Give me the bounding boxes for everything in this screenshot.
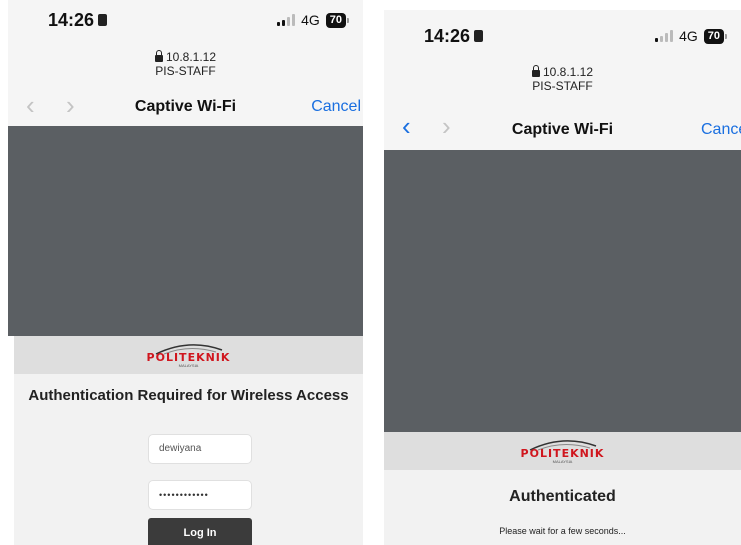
username-field[interactable]: dewiyana	[148, 434, 252, 464]
nav-title: Captive Wi-Fi	[511, 121, 614, 138]
nav-bar: ‹ › Captive Wi-Fi Cancel	[8, 88, 363, 126]
address-line: 10.8.1.12	[8, 50, 363, 64]
right-phone-screen: 14:26 4G 70 10.8.1.12 PIS-STAFF ‹ › Capt…	[384, 10, 741, 545]
person-badge-icon	[98, 14, 108, 26]
status-bar: 14:26 4G 70	[8, 0, 363, 40]
status-time: 14:26	[424, 26, 484, 47]
cancel-button[interactable]: Cancel	[701, 121, 741, 139]
login-panel: POLITEKNIK MALAYSIA Authentication Requi…	[14, 336, 363, 545]
ssid-text: PIS-STAFF	[532, 79, 593, 93]
lock-icon	[531, 65, 540, 77]
left-phone-screen: 14:26 4G 70 10.8.1.12 PIS-STAFF ‹ › Capt…	[8, 0, 363, 545]
address-text: 10.8.1.12	[542, 65, 594, 79]
ssid-text: PIS-STAFF	[155, 64, 216, 78]
battery-icon: 70	[325, 12, 349, 28]
signal-icon	[655, 30, 674, 42]
politeknik-logo: POLITEKNIK MALAYSIA	[146, 340, 232, 370]
nav-title: Captive Wi-Fi	[134, 98, 237, 115]
address-line: 10.8.1.12	[384, 65, 741, 79]
signal-icon	[277, 14, 296, 26]
network-type: 4G	[301, 12, 320, 28]
status-indicators: 4G 70	[655, 28, 727, 44]
authenticated-heading: Authenticated	[509, 488, 616, 505]
person-badge-icon	[474, 30, 484, 42]
login-button[interactable]: Log In	[148, 518, 252, 545]
status-bar: 14:26 4G 70	[384, 10, 741, 55]
lock-icon	[154, 50, 163, 62]
battery-icon: 70	[703, 28, 727, 44]
logo-strip: POLITEKNIK MALAYSIA	[384, 432, 741, 470]
page-background	[8, 126, 363, 336]
url-bar: 10.8.1.12 PIS-STAFF	[8, 40, 363, 88]
politeknik-logo: POLITEKNIK MALAYSIA	[520, 436, 606, 466]
wait-message: Please wait for a few seconds...	[499, 526, 626, 536]
auth-panel: POLITEKNIK MALAYSIA Authenticated Please…	[384, 432, 741, 545]
url-bar: 10.8.1.12 PIS-STAFF	[384, 55, 741, 105]
nav-bar: ‹ › Captive Wi-Fi Cancel	[384, 105, 741, 150]
status-indicators: 4G 70	[277, 12, 349, 28]
cancel-button[interactable]: Cancel	[311, 98, 361, 116]
auth-heading: Authentication Required for Wireless Acc…	[28, 387, 349, 404]
address-text: 10.8.1.12	[165, 50, 217, 64]
network-type: 4G	[679, 28, 698, 44]
page-background	[384, 150, 741, 432]
logo-strip: POLITEKNIK MALAYSIA	[14, 336, 363, 374]
status-time: 14:26	[48, 10, 108, 31]
password-field[interactable]: ••••••••••••	[148, 480, 252, 510]
